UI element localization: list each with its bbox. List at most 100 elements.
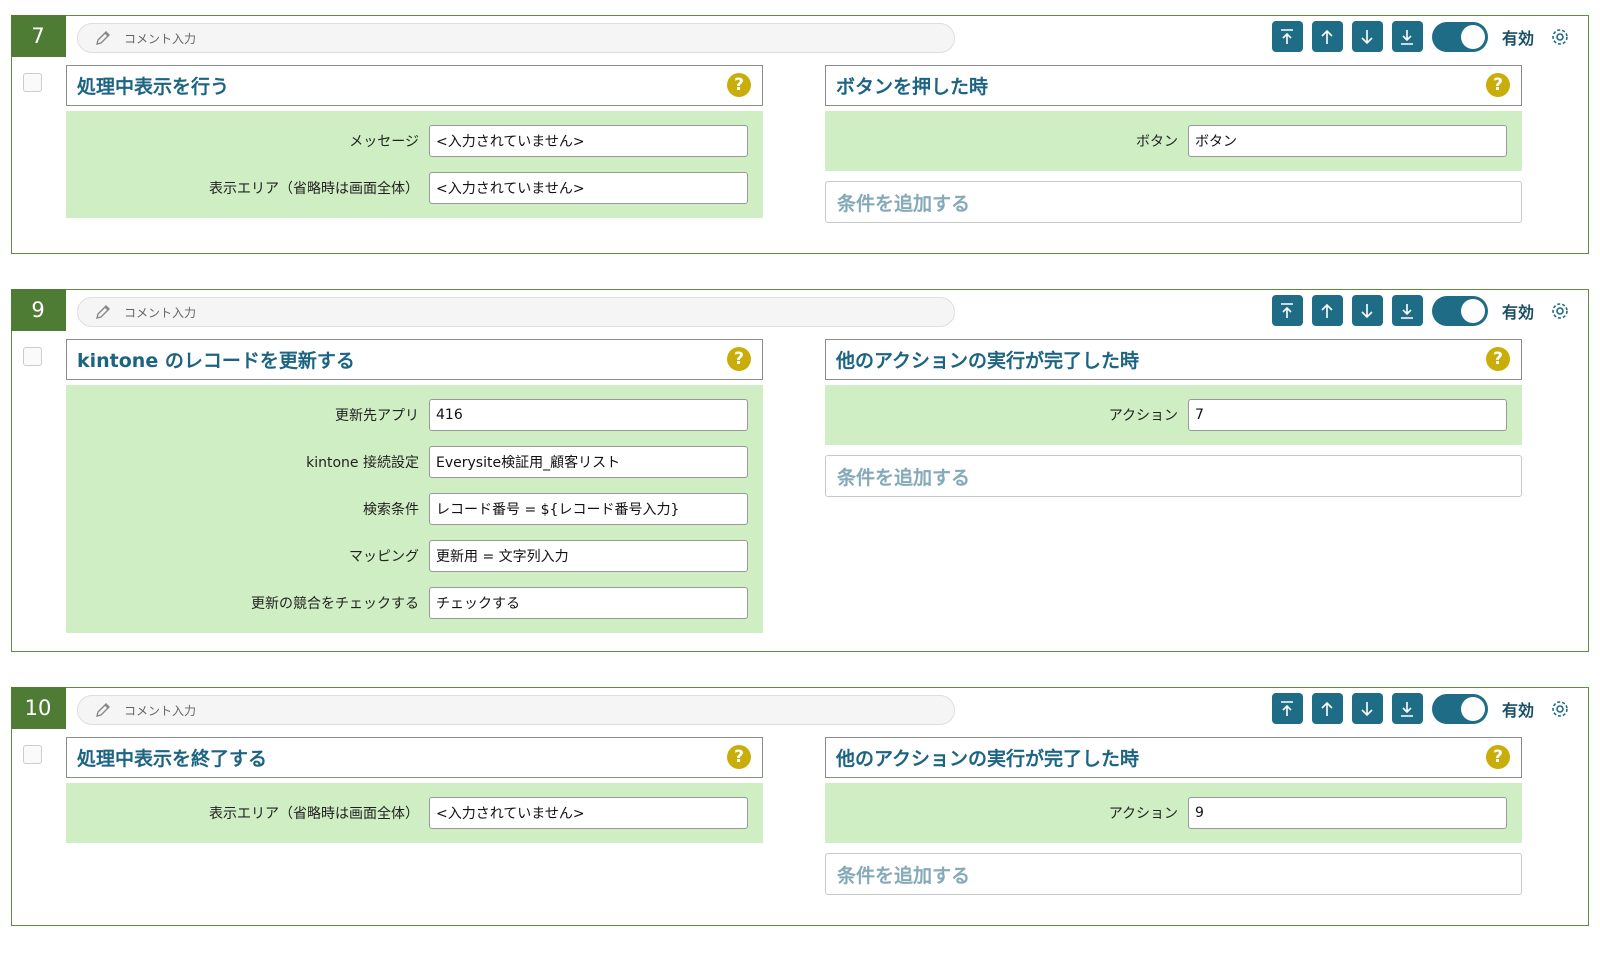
field-label: ボタン: [1136, 134, 1178, 150]
field-row: 表示エリア（省略時は画面全体） <入力されていません>: [66, 172, 748, 204]
help-icon[interactable]: ?: [1486, 73, 1510, 97]
enable-toggle[interactable]: [1431, 693, 1488, 724]
help-icon[interactable]: ?: [1486, 745, 1510, 769]
move-up-icon: [1321, 29, 1334, 44]
comment-placeholder: コメント入力: [124, 305, 197, 320]
toggle-knob: [1460, 24, 1485, 49]
field-label: マッピング: [349, 549, 419, 565]
trigger-fields: アクション 9: [825, 783, 1522, 843]
comment-input[interactable]: コメント入力: [77, 23, 955, 53]
action-block-10: 10 コメント入力 有効 処理中表示を終了する ? 表示エリア（省略時は画面全体…: [10, 686, 1589, 926]
comment-placeholder: コメント入力: [124, 703, 197, 718]
block-toolbar: 有効: [1263, 295, 1572, 326]
add-condition-button[interactable]: 条件を追加する: [825, 455, 1522, 497]
field-label: 更新の競合をチェックする: [251, 596, 419, 612]
trigger-title-text: 他のアクションの実行が完了した時: [836, 748, 1140, 770]
move-up-button[interactable]: [1311, 21, 1343, 52]
action-title-text: 処理中表示を行う: [77, 76, 230, 98]
action-panel: 処理中表示を行う ? メッセージ <入力されていません> 表示エリア（省略時は画…: [66, 65, 763, 218]
help-icon[interactable]: ?: [1486, 347, 1510, 371]
help-icon[interactable]: ?: [727, 73, 751, 97]
trigger-title[interactable]: 他のアクションの実行が完了した時 ?: [825, 339, 1522, 380]
trigger-title-text: ボタンを押した時: [836, 76, 989, 98]
move-down-button[interactable]: [1351, 21, 1383, 52]
field-row: 更新の競合をチェックする チェックする: [66, 587, 748, 619]
field-input[interactable]: <入力されていません>: [429, 172, 748, 204]
action-panel: kintone のレコードを更新する ? 更新先アプリ 416 kintone …: [66, 339, 763, 633]
block-number: 10: [10, 686, 66, 729]
gear-icon[interactable]: [1548, 25, 1572, 49]
move-to-top-button[interactable]: [1271, 295, 1303, 326]
trigger-title-text: 他のアクションの実行が完了した時: [836, 350, 1140, 372]
trigger-title[interactable]: 他のアクションの実行が完了した時 ?: [825, 737, 1522, 778]
field-row: アクション 9: [825, 797, 1507, 829]
block-toolbar: 有効: [1263, 21, 1572, 52]
gear-icon[interactable]: [1548, 299, 1572, 323]
field-input[interactable]: 9: [1188, 797, 1507, 829]
field-input[interactable]: 416: [429, 399, 748, 431]
field-row: アクション 7: [825, 399, 1507, 431]
field-input[interactable]: チェックする: [429, 587, 748, 619]
move-down-icon: [1361, 701, 1374, 716]
action-title-text: 処理中表示を終了する: [77, 748, 268, 770]
move-to-bottom-icon: [1401, 701, 1414, 717]
help-icon[interactable]: ?: [727, 745, 751, 769]
move-down-button[interactable]: [1351, 295, 1383, 326]
move-up-button[interactable]: [1311, 693, 1343, 724]
add-condition-button[interactable]: 条件を追加する: [825, 181, 1522, 223]
move-to-top-icon: [1281, 302, 1294, 318]
pencil-icon: [92, 27, 114, 49]
move-to-bottom-button[interactable]: [1391, 295, 1423, 326]
field-input[interactable]: レコード番号 = ${レコード番号入力}: [429, 493, 748, 525]
comment-input[interactable]: コメント入力: [77, 695, 955, 725]
action-fields: 表示エリア（省略時は画面全体） <入力されていません>: [66, 783, 763, 843]
enabled-label: 有効: [1501, 302, 1534, 322]
move-down-icon: [1361, 303, 1374, 318]
comment-input[interactable]: コメント入力: [77, 297, 955, 327]
toggle-knob: [1460, 696, 1485, 721]
field-label: 表示エリア（省略時は画面全体）: [209, 181, 419, 197]
block-checkbox[interactable]: [23, 73, 42, 92]
field-label: 検索条件: [363, 502, 419, 518]
field-label: kintone 接続設定: [306, 455, 419, 471]
move-to-bottom-button[interactable]: [1391, 21, 1423, 52]
block-checkbox[interactable]: [23, 347, 42, 366]
enable-toggle[interactable]: [1431, 295, 1488, 326]
move-to-top-icon: [1281, 700, 1294, 716]
block-number: 9: [10, 288, 66, 331]
enabled-label: 有効: [1501, 700, 1534, 720]
move-to-top-button[interactable]: [1271, 21, 1303, 52]
move-up-button[interactable]: [1311, 295, 1343, 326]
pencil-icon: [92, 301, 114, 323]
move-to-top-icon: [1281, 28, 1294, 44]
field-input[interactable]: ボタン: [1188, 125, 1507, 157]
field-input[interactable]: Everysite検証用_顧客リスト: [429, 446, 748, 478]
move-to-bottom-button[interactable]: [1391, 693, 1423, 724]
trigger-panel: 他のアクションの実行が完了した時 ? アクション 9 条件を追加する: [825, 737, 1522, 895]
move-to-bottom-icon: [1401, 29, 1414, 45]
trigger-title[interactable]: ボタンを押した時 ?: [825, 65, 1522, 106]
enable-toggle[interactable]: [1431, 21, 1488, 52]
trigger-panel: 他のアクションの実行が完了した時 ? アクション 7 条件を追加する: [825, 339, 1522, 497]
help-icon[interactable]: ?: [727, 347, 751, 371]
move-to-top-button[interactable]: [1271, 693, 1303, 724]
add-condition-button[interactable]: 条件を追加する: [825, 853, 1522, 895]
move-down-icon: [1361, 29, 1374, 44]
gear-icon[interactable]: [1548, 697, 1572, 721]
comment-placeholder: コメント入力: [124, 31, 197, 46]
field-input[interactable]: 更新用 = 文字列入力: [429, 540, 748, 572]
move-up-icon: [1321, 303, 1334, 318]
action-title[interactable]: 処理中表示を行う ?: [66, 65, 763, 106]
action-title[interactable]: 処理中表示を終了する ?: [66, 737, 763, 778]
action-title[interactable]: kintone のレコードを更新する ?: [66, 339, 763, 380]
block-number: 7: [10, 14, 66, 57]
field-input[interactable]: <入力されていません>: [429, 797, 748, 829]
move-down-button[interactable]: [1351, 693, 1383, 724]
trigger-panel: ボタンを押した時 ? ボタン ボタン 条件を追加する: [825, 65, 1522, 223]
block-checkbox[interactable]: [23, 745, 42, 764]
field-row: ボタン ボタン: [825, 125, 1507, 157]
action-fields: 更新先アプリ 416 kintone 接続設定 Everysite検証用_顧客リ…: [66, 385, 763, 633]
field-input[interactable]: 7: [1188, 399, 1507, 431]
field-row: 更新先アプリ 416: [66, 399, 748, 431]
field-input[interactable]: <入力されていません>: [429, 125, 748, 157]
